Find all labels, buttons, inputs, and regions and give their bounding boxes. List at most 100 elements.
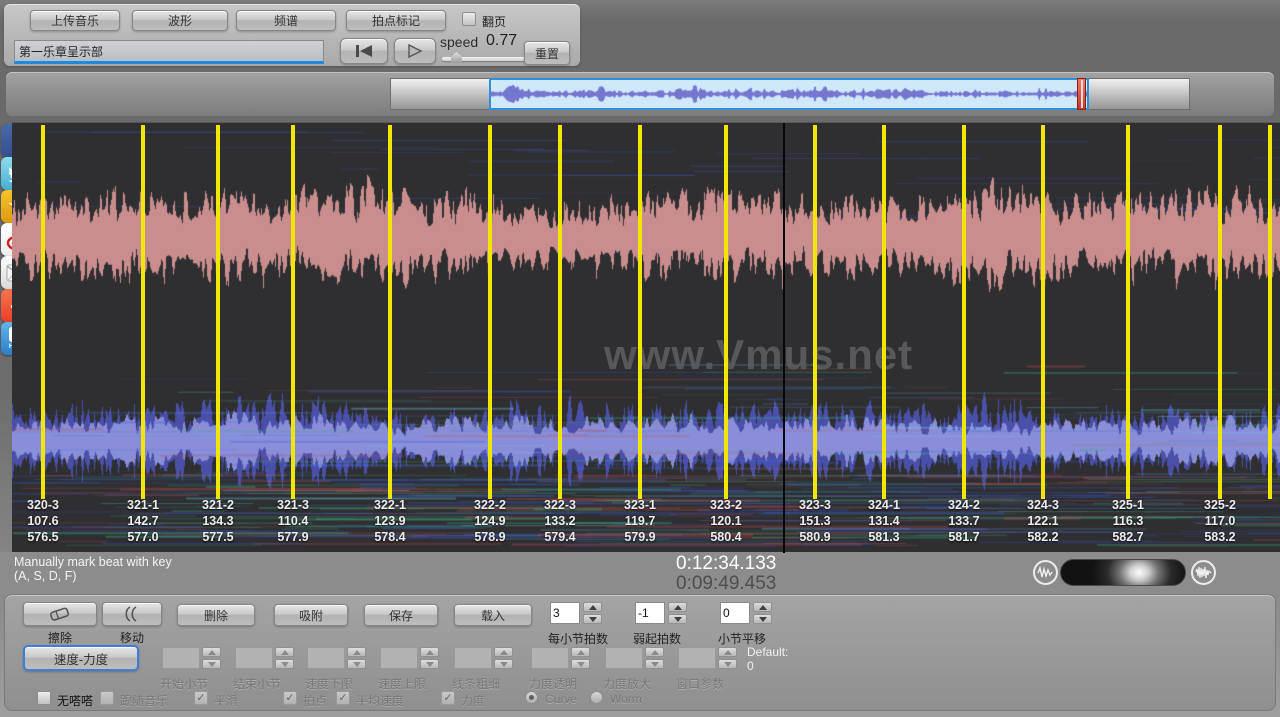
pickup-beats-input[interactable] xyxy=(635,602,665,624)
beat-label: 323-1119.7579.9 xyxy=(624,497,656,545)
erase-button[interactable] xyxy=(23,602,97,626)
load-button[interactable]: 载入 xyxy=(454,604,532,626)
overview-strip xyxy=(6,72,1274,116)
beat-label: 321-2134.3577.5 xyxy=(202,497,234,545)
start-measure-input[interactable] xyxy=(162,647,200,669)
tempo-max-stepper[interactable] xyxy=(420,647,439,669)
curve-radio[interactable] xyxy=(525,691,538,704)
playhead-line xyxy=(783,123,785,553)
dynamics-opacity-input[interactable] xyxy=(531,647,569,669)
tempo-dynamics-button[interactable]: 速度-力度 xyxy=(23,645,139,671)
beat-label: 321-1142.7577.0 xyxy=(127,497,159,545)
delete-button[interactable]: 删除 xyxy=(177,604,255,626)
window-param-stepper[interactable] xyxy=(718,647,737,669)
volume-min-icon[interactable] xyxy=(1033,560,1058,585)
window-param-label: 窗口参数 xyxy=(676,675,724,692)
start-measure-stepper[interactable] xyxy=(202,647,221,669)
worm-label: Worm xyxy=(610,692,642,706)
erase-label: 擦除 xyxy=(23,629,97,646)
overview-waveform-bar[interactable] xyxy=(390,78,1190,110)
overview-selection[interactable] xyxy=(489,78,1089,110)
smooth-checkbox[interactable] xyxy=(194,691,208,705)
volume-max-icon[interactable] xyxy=(1191,560,1216,585)
beat-marker-line[interactable] xyxy=(141,125,145,499)
beat-label: 321-3110.4577.9 xyxy=(277,497,309,545)
beat-marker-line[interactable] xyxy=(638,125,642,499)
play-button[interactable] xyxy=(394,38,436,64)
top-toolbar: 上传音乐 波形 频谱 拍点标记 翻页 speed 0.77 重置 xyxy=(4,4,580,66)
save-button[interactable]: 保存 xyxy=(364,604,438,626)
speed-slider-thumb[interactable] xyxy=(451,52,462,63)
line-thickness-stepper[interactable] xyxy=(494,647,513,669)
watermark: www.Vmus.net xyxy=(604,331,913,379)
page-turn-label: 翻页 xyxy=(482,13,506,30)
snap-button[interactable]: 吸附 xyxy=(274,604,348,626)
skip-to-start-button[interactable] xyxy=(340,38,388,64)
control-panel: 擦除 移动 删除 吸附 保存 载入 每小节拍数 弱起拍数 小节平移 速度-力度 … xyxy=(4,594,1276,711)
end-measure-input[interactable] xyxy=(235,647,273,669)
beat-marker-line[interactable] xyxy=(724,125,728,499)
default-label: Default: xyxy=(747,645,788,659)
play-icon xyxy=(407,44,423,58)
beat-marker-line[interactable] xyxy=(388,125,392,499)
overview-position-marker[interactable] xyxy=(1077,78,1086,110)
small-wave-glyph xyxy=(1037,566,1054,579)
tempo-min-stepper[interactable] xyxy=(347,647,366,669)
no-click-label: 无嗒嗒 xyxy=(57,692,93,709)
tempo-max-label: 速度上限 xyxy=(378,675,426,692)
beat-marker-line[interactable] xyxy=(1041,125,1045,499)
beats-per-measure-stepper[interactable] xyxy=(583,602,602,624)
beat-marker-line[interactable] xyxy=(488,125,492,499)
waveform-button[interactable]: 波形 xyxy=(132,10,228,31)
measure-shift-input[interactable] xyxy=(720,602,750,624)
smooth-label: 平滑 xyxy=(214,692,238,709)
tempo-max-input[interactable] xyxy=(380,647,418,669)
beat-label: 323-2120.1580.4 xyxy=(710,497,742,545)
waveform-panel[interactable]: www.Vmus.net 320-3107.6576.5321-1142.757… xyxy=(12,122,1280,555)
beat-marker-line[interactable] xyxy=(41,125,45,499)
beat-marker-line[interactable] xyxy=(1126,125,1130,499)
dynamics-zoom-input[interactable] xyxy=(605,647,643,669)
beat-label: 323-3151.3580.9 xyxy=(799,497,831,545)
worm-radio[interactable] xyxy=(590,691,603,704)
dynamics-label: 力度 xyxy=(461,692,485,709)
beats-per-measure-input[interactable] xyxy=(550,602,580,624)
follow-music-checkbox[interactable] xyxy=(100,691,114,705)
curve-label: Curve xyxy=(545,692,577,706)
no-click-checkbox[interactable] xyxy=(37,691,51,705)
avg-tempo-checkbox[interactable] xyxy=(336,691,350,705)
end-measure-stepper[interactable] xyxy=(275,647,294,669)
speed-value: 0.77 xyxy=(486,32,517,50)
beat-marker-line[interactable] xyxy=(882,125,886,499)
beat-marker-line[interactable] xyxy=(813,125,817,499)
dynamics-checkbox[interactable] xyxy=(441,691,455,705)
spectrum-button[interactable]: 频谱 xyxy=(236,10,336,31)
move-button[interactable] xyxy=(102,602,162,626)
pickup-beats-stepper[interactable] xyxy=(668,602,687,624)
page-turn-checkbox[interactable] xyxy=(462,12,476,26)
line-thickness-input[interactable] xyxy=(454,647,492,669)
beat-marker-line[interactable] xyxy=(962,125,966,499)
follow-music-label: 跟随音乐 xyxy=(120,692,168,709)
line-thickness-label: 线条粗细 xyxy=(452,675,500,692)
dynamics-opacity-stepper[interactable] xyxy=(571,647,590,669)
title-input[interactable] xyxy=(14,40,324,64)
beat-marker-line[interactable] xyxy=(291,125,295,499)
beat-mark-button[interactable]: 拍点标记 xyxy=(346,10,446,31)
beat-marker-line[interactable] xyxy=(216,125,220,499)
beat-points-label: 拍点 xyxy=(303,692,327,709)
measure-shift-stepper[interactable] xyxy=(753,602,772,624)
dynamics-zoom-stepper[interactable] xyxy=(645,647,664,669)
window-param-input[interactable] xyxy=(678,647,716,669)
reset-button[interactable]: 重置 xyxy=(524,41,570,65)
tempo-min-label: 速度下限 xyxy=(305,675,353,692)
beat-marker-line[interactable] xyxy=(1218,125,1222,499)
dynamics-zoom-label: 力度放大 xyxy=(603,675,651,692)
beat-points-checkbox[interactable] xyxy=(283,691,297,705)
volume-slider[interactable] xyxy=(1060,559,1186,586)
tempo-min-input[interactable] xyxy=(307,647,345,669)
beat-marker-line[interactable] xyxy=(1268,125,1272,499)
beat-marker-line[interactable] xyxy=(558,125,562,499)
move-label: 移动 xyxy=(102,629,162,646)
upload-music-button[interactable]: 上传音乐 xyxy=(30,10,120,31)
